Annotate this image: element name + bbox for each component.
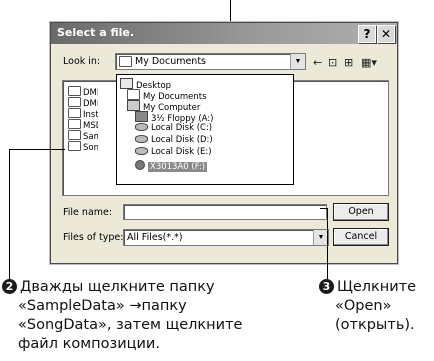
disk-icon <box>135 135 148 143</box>
callout-step3-line1: 3 Щелкните <box>319 278 416 297</box>
dropdown-item-disk-e[interactable]: Local Disk (E:) <box>135 147 212 158</box>
file-label: Install <box>83 110 98 119</box>
callout-step3-text: Щелкните <box>337 279 417 295</box>
dropdown-item-disk-d[interactable]: Local Disk (D:) <box>135 135 213 146</box>
view-menu-icon[interactable]: ▦▾ <box>361 56 377 69</box>
dialog-title: Select a file. <box>57 26 135 39</box>
folder-icon <box>68 141 81 151</box>
callout-step3-line3: (открыть). <box>335 317 415 333</box>
callout-leader-step2-v <box>9 149 10 279</box>
title-bar: Select a file. ? ✕ <box>51 23 397 44</box>
callout-leader-step3-v <box>327 208 328 279</box>
floppy-icon <box>135 111 148 122</box>
dropdown-item-floppy[interactable]: 3½ Floppy (A:) <box>135 111 213 124</box>
callout-step3: 3 Щелкните «Open» (открыть). <box>319 278 416 335</box>
list-item[interactable]: DMN_ <box>68 97 98 108</box>
callout-step2-line2: «SampleData» →папку <box>18 298 187 314</box>
dropdown-item-drive-f[interactable]: X3013A0 (F:) <box>135 160 208 172</box>
step-number-badge: 2 <box>2 279 17 294</box>
file-label: Sampl <box>83 132 98 141</box>
callout-step2-text: Дважды щелкните папку <box>20 279 215 295</box>
folder-icon <box>127 89 140 100</box>
dropdown-item-disk-c[interactable]: Local Disk (C:) <box>135 123 212 134</box>
list-item[interactable]: DMN_ <box>68 86 98 97</box>
files-of-type-value: All Files(*.*) <box>127 232 183 243</box>
callout-step2-line3: «SongData», затем щелкните <box>18 317 243 333</box>
file-label: SongE <box>83 143 98 152</box>
dropdown-item-label: Local Disk (E:) <box>151 147 212 157</box>
folder-icon <box>68 97 81 107</box>
file-label: DMN_ <box>83 99 98 108</box>
callout-leader-step2-h <box>9 149 65 150</box>
callout-step2-line1: 2 Дважды щелкните папку <box>2 278 242 297</box>
look-in-dropdown[interactable]: My Documents ▼ <box>115 53 306 70</box>
cd-icon <box>135 160 145 170</box>
dropdown-item-desktop[interactable]: Desktop <box>120 78 171 91</box>
dropdown-item-my-documents[interactable]: My Documents <box>127 89 207 102</box>
look-in-label: Look in: <box>63 56 101 67</box>
open-button[interactable]: Open <box>333 203 389 221</box>
file-label: MSD_ <box>83 121 98 130</box>
callout-step2: 2 Дважды щелкните папку «SampleData» →пап… <box>2 278 242 354</box>
folder-icon <box>68 130 81 140</box>
chevron-down-icon[interactable]: ▼ <box>313 230 328 245</box>
folder-icon <box>119 56 132 67</box>
back-icon[interactable]: ← <box>313 56 322 69</box>
file-dialog: Select a file. ? ✕ Look in: My Documents… <box>50 22 398 264</box>
file-label: DMN_ <box>83 88 98 97</box>
list-item-sampledata[interactable]: Sampl <box>68 130 98 141</box>
up-folder-icon[interactable]: ⊡ <box>328 56 337 69</box>
list-item[interactable]: Install <box>68 108 98 119</box>
help-button[interactable]: ? <box>358 25 376 43</box>
folder-icon <box>68 108 81 118</box>
dropdown-item-my-computer[interactable]: My Computer <box>127 100 200 113</box>
look-in-value: My Documents <box>135 56 207 67</box>
files-of-type-label: Files of type: <box>63 232 124 243</box>
disk-icon <box>135 147 148 155</box>
chevron-down-icon[interactable]: ▼ <box>290 54 305 69</box>
callout-step3-line2: «Open» <box>335 298 392 314</box>
look-in-folder-icon <box>119 56 135 69</box>
disk-icon <box>135 123 148 131</box>
dropdown-item-label: Local Disk (C:) <box>151 123 213 133</box>
look-in-dropdown-list: Desktop My Documents My Computer 3½ Flop… <box>116 74 294 185</box>
list-item-songdata[interactable]: SongE <box>68 141 98 152</box>
folder-icon <box>68 86 81 96</box>
cancel-button[interactable]: Cancel <box>333 228 389 246</box>
list-item[interactable]: MSD_ <box>68 119 98 130</box>
file-name-label: File name: <box>63 207 113 218</box>
desktop-icon <box>120 78 133 89</box>
new-folder-icon[interactable]: ⊞ <box>344 56 353 69</box>
callout-step2-line4: файл композиции. <box>18 336 160 352</box>
file-name-field[interactable] <box>123 204 327 220</box>
folder-icon <box>68 119 81 129</box>
step-number-badge: 3 <box>319 279 334 294</box>
computer-icon <box>127 100 140 111</box>
files-of-type-dropdown[interactable]: All Files(*.*) ▼ <box>123 229 329 246</box>
dropdown-item-label: Local Disk (D:) <box>151 135 213 145</box>
dropdown-item-label: X3013A0 (F:) <box>148 162 208 172</box>
close-button[interactable]: ✕ <box>377 25 395 43</box>
